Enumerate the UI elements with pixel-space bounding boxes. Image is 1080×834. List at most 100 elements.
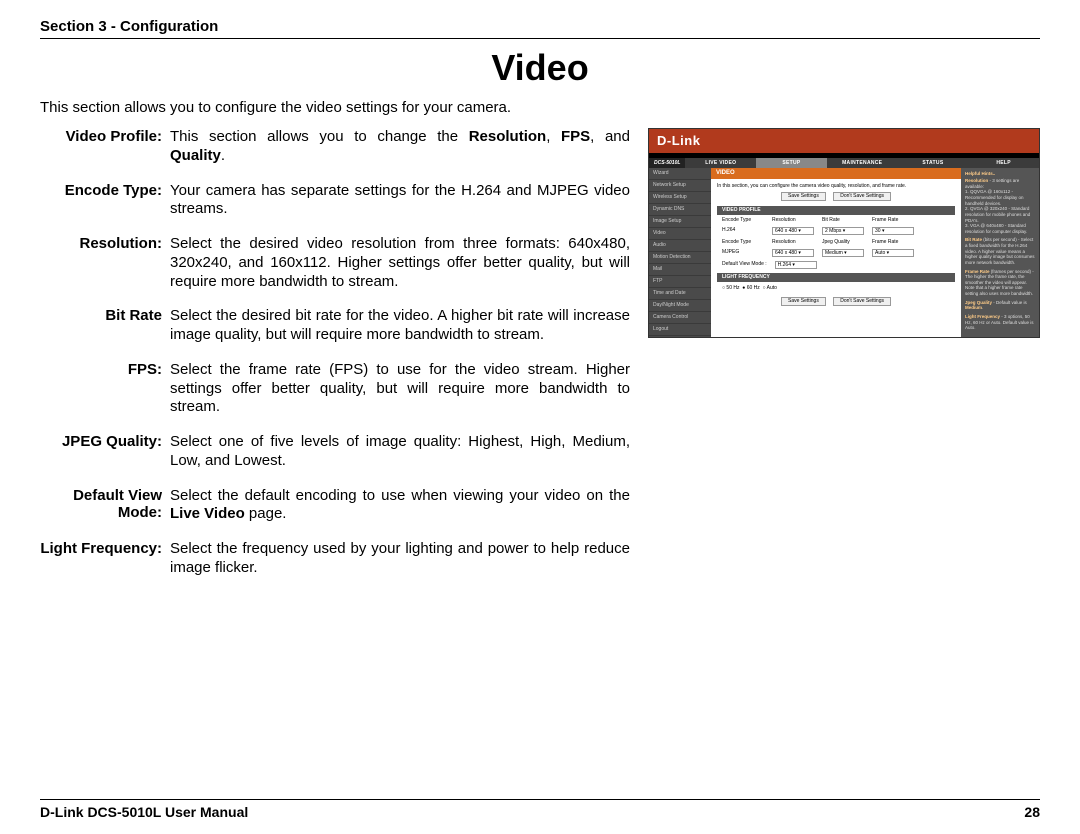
mjpeg-fps-select[interactable]: Auto ▾ (872, 249, 914, 257)
definition-desc: Select the desired video resolution from… (170, 235, 630, 291)
default-view-label: Default View Mode : (722, 261, 767, 269)
brand-bar: D-Link (649, 129, 1039, 153)
sidebar-item[interactable]: Time and Date (649, 288, 711, 300)
sidebar-item[interactable]: Camera Control (649, 312, 711, 324)
lf-50-radio[interactable]: ○ 50 Hz (722, 285, 739, 291)
brand-logo-text: D-Link (657, 133, 700, 149)
help-panel: Helpful Hints..Resolution - 3 settings a… (961, 168, 1039, 337)
default-view-select[interactable]: H.264 ▾ (775, 261, 817, 269)
h264-type: H.264 (722, 227, 764, 235)
definition-term: Video Profile: (40, 128, 170, 166)
definition-term: JPEG Quality: (40, 433, 170, 471)
page-header: Section 3 - Configuration (40, 18, 1040, 39)
sidebar-item[interactable]: Video (649, 228, 711, 240)
col-resolution: Resolution (772, 239, 814, 245)
sidebar-item[interactable]: Network Setup (649, 180, 711, 192)
light-freq-options: ○ 50 Hz ● 60 Hz ○ Auto (717, 282, 955, 294)
lf-60-radio[interactable]: ● 60 Hz (742, 285, 759, 291)
definition-desc: Your camera has separate settings for th… (170, 182, 630, 220)
col-framerate: Frame Rate (872, 217, 914, 223)
h264-bitrate-select[interactable]: 2 Mbps ▾ (822, 227, 864, 235)
definition-desc: This section allows you to change the Re… (170, 128, 630, 166)
definition-row: Encode Type:Your camera has separate set… (40, 182, 630, 220)
definition-desc: Select one of five levels of image quali… (170, 433, 630, 471)
h264-fps-select[interactable]: 30 ▾ (872, 227, 914, 235)
lf-auto-radio[interactable]: ○ Auto (763, 285, 777, 291)
col-jpegq: Jpeg Quality (822, 239, 864, 245)
col-resolution: Resolution (772, 217, 814, 223)
video-profile-heading: VIDEO PROFILE (717, 206, 955, 215)
nav-tab[interactable]: HELP (968, 158, 1039, 168)
sidebar: WizardNetwork SetupWireless SetupDynamic… (649, 168, 711, 337)
model-label: DCS-5010L (649, 158, 685, 168)
definition-term: Resolution: (40, 235, 170, 291)
sidebar-item[interactable]: Dynamic DNS (649, 204, 711, 216)
panel-heading: VIDEO (711, 168, 961, 179)
footer-page-number: 28 (1024, 804, 1040, 820)
mjpeg-resolution-select[interactable]: 640 x 480 ▾ (772, 249, 814, 257)
screenshot-body: WizardNetwork SetupWireless SetupDynamic… (649, 168, 1039, 337)
embedded-screenshot: D-Link DCS-5010L LIVE VIDEOSETUPMAINTENA… (648, 128, 1040, 338)
help-paragraph: Light Frequency - 3 options, 50 Hz, 60 H… (965, 314, 1035, 331)
nav-tab[interactable]: SETUP (756, 158, 827, 168)
h264-row: H.264 640 x 480 ▾ 2 Mbps ▾ 30 ▾ (717, 225, 955, 237)
sidebar-item[interactable]: Motion Detection (649, 252, 711, 264)
definition-row: Resolution:Select the desired video reso… (40, 235, 630, 291)
h264-resolution-select[interactable]: 640 x 480 ▾ (772, 227, 814, 235)
page-footer: D-Link DCS-5010L User Manual 28 (40, 799, 1040, 820)
col-encode: Encode Type (722, 239, 764, 245)
help-paragraph: Frame Rate (frames per second) - The hig… (965, 269, 1035, 297)
help-title: Helpful Hints.. (965, 171, 1035, 177)
save-button[interactable]: Save Settings (781, 297, 826, 306)
nav-tab[interactable]: LIVE VIDEO (685, 158, 756, 168)
help-paragraph: Resolution - 3 settings are available:1.… (965, 178, 1035, 234)
sidebar-item[interactable]: Mail (649, 264, 711, 276)
sidebar-item[interactable]: Logout (649, 324, 711, 336)
definition-term: Bit Rate (40, 307, 170, 345)
nav-tab[interactable]: STATUS (898, 158, 969, 168)
default-view-row: Default View Mode : H.264 ▾ (717, 259, 955, 271)
definitions-column: Video Profile:This section allows you to… (40, 128, 630, 594)
section-breadcrumb: Section 3 - Configuration (40, 18, 1040, 35)
mjpeg-row: MJPEG 640 x 480 ▾ Medium ▾ Auto ▾ (717, 247, 955, 259)
definition-desc: Select the desired bit rate for the vide… (170, 307, 630, 345)
sidebar-item[interactable]: Audio (649, 240, 711, 252)
definition-row: JPEG Quality:Select one of five levels o… (40, 433, 630, 471)
sidebar-item[interactable]: Image Setup (649, 216, 711, 228)
definition-term: Default View Mode: (40, 487, 170, 525)
intro-text: This section allows you to configure the… (40, 99, 1040, 116)
panel-description: In this section, you can configure the c… (717, 183, 955, 189)
panel-body: In this section, you can configure the c… (711, 179, 961, 315)
col-framerate: Frame Rate (872, 239, 914, 245)
definition-desc: Select the default encoding to use when … (170, 487, 630, 525)
page-title: Video (40, 47, 1040, 89)
help-paragraph: Jpeg Quality - Default value is Medium. (965, 300, 1035, 311)
save-button[interactable]: Save Settings (781, 192, 826, 201)
sidebar-item[interactable]: Wireless Setup (649, 192, 711, 204)
mjpeg-headers: Encode Type Resolution Jpeg Quality Fram… (717, 237, 955, 247)
definition-desc: Select the frame rate (FPS) to use for t… (170, 361, 630, 417)
sidebar-item[interactable]: Day/Night Mode (649, 300, 711, 312)
light-freq-heading: LIGHT FREQUENCY (717, 273, 955, 282)
button-row-bottom: Save Settings Don't Save Settings (717, 297, 955, 306)
definition-term: FPS: (40, 361, 170, 417)
sidebar-item[interactable]: Wizard (649, 168, 711, 180)
footer-manual-title: D-Link DCS-5010L User Manual (40, 804, 248, 820)
sidebar-item[interactable]: FTP (649, 276, 711, 288)
cancel-button[interactable]: Don't Save Settings (833, 192, 891, 201)
definition-term: Encode Type: (40, 182, 170, 220)
definition-row: Video Profile:This section allows you to… (40, 128, 630, 166)
cancel-button[interactable]: Don't Save Settings (833, 297, 891, 306)
button-row: Save Settings Don't Save Settings (717, 192, 955, 201)
definition-desc: Select the frequency used by your lighti… (170, 540, 630, 578)
definition-row: Default View Mode:Select the default enc… (40, 487, 630, 525)
col-encode: Encode Type (722, 217, 764, 223)
help-paragraph: Bit Rate (bits per second) - Select a fi… (965, 237, 1035, 265)
main-content: Video Profile:This section allows you to… (40, 128, 1040, 594)
h264-headers: Encode Type Resolution Bit Rate Frame Ra… (717, 215, 955, 225)
definition-row: Light Frequency:Select the frequency use… (40, 540, 630, 578)
nav-tab[interactable]: MAINTENANCE (827, 158, 898, 168)
top-nav: DCS-5010L LIVE VIDEOSETUPMAINTENANCESTAT… (649, 158, 1039, 168)
mjpeg-quality-select[interactable]: Medium ▾ (822, 249, 864, 257)
screenshot-column: D-Link DCS-5010L LIVE VIDEOSETUPMAINTENA… (648, 128, 1040, 594)
